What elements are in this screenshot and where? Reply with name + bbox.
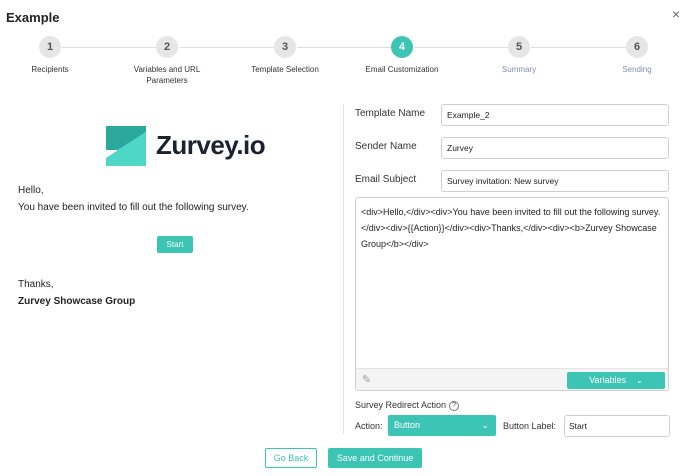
step-number: 3 bbox=[274, 36, 296, 58]
template-name-row: Template Name Example_2 bbox=[355, 104, 675, 126]
step-number: 4 bbox=[391, 36, 413, 58]
chevron-down-icon: ⌄ bbox=[636, 376, 643, 385]
step-number: 5 bbox=[508, 36, 530, 58]
step-sending: 6 Sending bbox=[577, 36, 688, 75]
email-preview: Zurvey.io Hello, You have been invited t… bbox=[0, 110, 340, 430]
logo-text: Zurvey.io bbox=[156, 130, 266, 160]
step-label: Sending bbox=[622, 65, 652, 74]
email-subject-label: Email Subject bbox=[355, 174, 417, 185]
button-label-label: Button Label: bbox=[503, 421, 557, 431]
step-number: 1 bbox=[39, 36, 61, 58]
email-subject-row: Email Subject Survey invitation: New sur… bbox=[355, 170, 675, 192]
step-number: 2 bbox=[156, 36, 178, 58]
close-icon[interactable]: × bbox=[672, 6, 680, 22]
action-select[interactable]: Button ⌄ bbox=[388, 415, 496, 436]
greeting-line: Hello, bbox=[18, 185, 44, 196]
step-label: Variables and URL Parameters bbox=[133, 65, 201, 85]
thanks-line: Thanks, bbox=[18, 279, 54, 290]
variables-button[interactable]: Variables ⌄ bbox=[567, 372, 665, 389]
preview-greeting: Hello, You have been invited to fill out… bbox=[18, 182, 249, 216]
template-name-input[interactable]: Example_2 bbox=[441, 104, 669, 126]
redirect-section-title: Survey Redirect Action? bbox=[355, 400, 460, 411]
go-back-button[interactable]: Go Back bbox=[265, 448, 317, 468]
invitation-line: You have been invited to fill out the fo… bbox=[18, 202, 249, 213]
template-name-label: Template Name bbox=[355, 108, 426, 119]
preview-closing: Thanks, Zurvey Showcase Group bbox=[18, 276, 135, 310]
step-template-selection[interactable]: 3 Template Selection bbox=[225, 36, 345, 75]
button-label-input[interactable]: Start bbox=[564, 415, 670, 437]
zurvey-logo-icon bbox=[106, 126, 146, 166]
action-label: Action: bbox=[355, 421, 383, 431]
step-variables[interactable]: 2 Variables and URL Parameters bbox=[107, 36, 227, 86]
redirect-title-text: Survey Redirect Action bbox=[355, 400, 447, 410]
zurvey-logo: Zurvey.io bbox=[106, 126, 266, 166]
panel-divider bbox=[343, 104, 344, 434]
step-label: Recipients bbox=[31, 65, 69, 74]
signature: Zurvey Showcase Group bbox=[18, 296, 136, 307]
pencil-icon[interactable]: ✎ bbox=[362, 373, 371, 386]
email-body-editor[interactable]: <div>Hello,</div><div>You have been invi… bbox=[355, 197, 669, 391]
step-summary: 5 Summary bbox=[459, 36, 579, 75]
editor-toolbar: ✎ Variables ⌄ bbox=[356, 368, 668, 390]
help-icon[interactable]: ? bbox=[449, 400, 460, 411]
stepper: 1 Recipients 2 Variables and URL Paramet… bbox=[0, 36, 688, 96]
step-label: Summary bbox=[501, 65, 537, 74]
chevron-down-icon: ⌄ bbox=[481, 420, 489, 430]
email-body-source[interactable]: <div>Hello,</div><div>You have been invi… bbox=[361, 204, 661, 252]
window-title: Example bbox=[6, 10, 60, 25]
save-and-continue-button[interactable]: Save and Continue bbox=[328, 448, 422, 468]
action-value: Button bbox=[394, 420, 421, 430]
sender-name-row: Sender Name Zurvey bbox=[355, 137, 675, 159]
step-number: 6 bbox=[626, 36, 648, 58]
sender-name-label: Sender Name bbox=[355, 141, 417, 152]
step-label: Template Selection bbox=[251, 65, 319, 74]
step-label: Email Customization bbox=[365, 65, 439, 74]
sender-name-input[interactable]: Zurvey bbox=[441, 137, 669, 159]
step-recipients[interactable]: 1 Recipients bbox=[0, 36, 110, 75]
email-subject-input[interactable]: Survey invitation: New survey bbox=[441, 170, 669, 192]
step-email-customization[interactable]: 4 Email Customization bbox=[342, 36, 462, 75]
preview-start-button[interactable]: Start bbox=[157, 236, 193, 253]
variables-label: Variables bbox=[589, 375, 627, 385]
